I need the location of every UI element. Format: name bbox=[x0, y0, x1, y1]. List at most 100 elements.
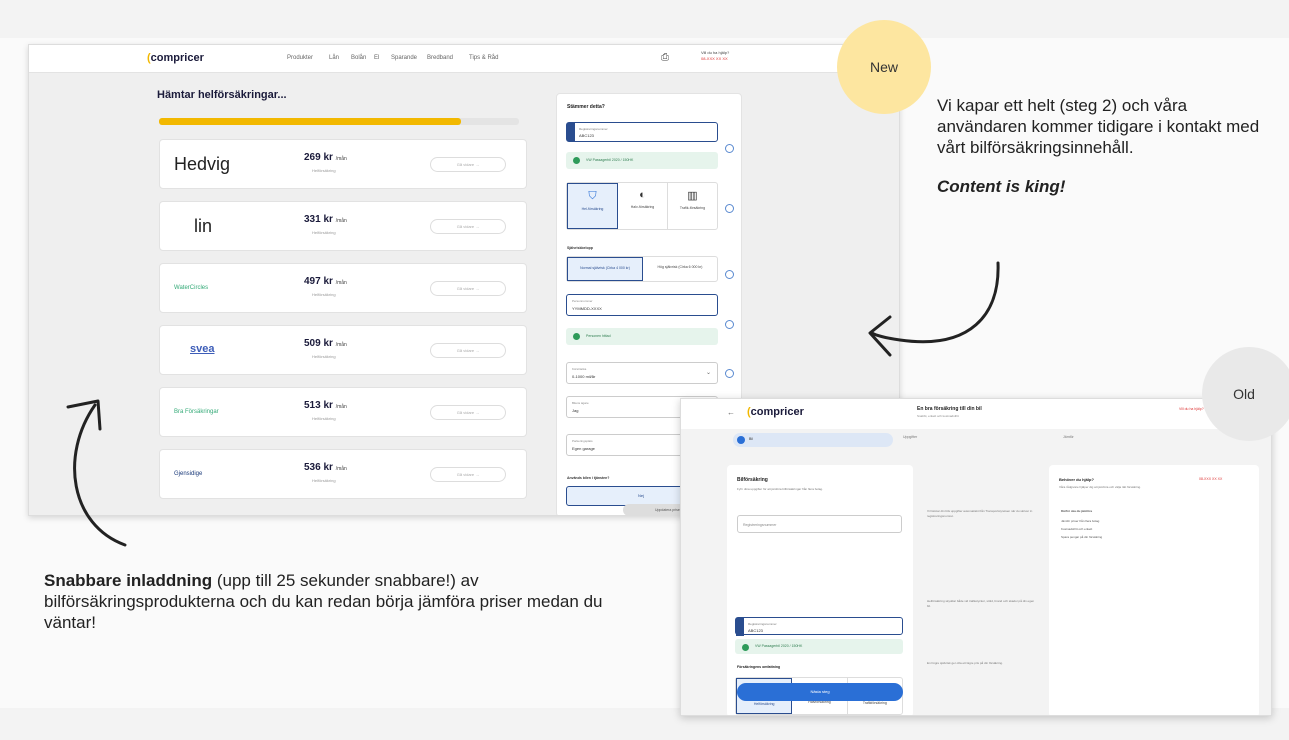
car-found-badge: VW Passagerbil 2020 / 150HK bbox=[566, 152, 718, 169]
annotation-emphasis: Content is king! bbox=[937, 177, 1066, 196]
info-text: En högre självrisk ger ofta ett lägre pr… bbox=[927, 661, 1003, 665]
reg-number-field[interactable]: Registreringsnummer bbox=[737, 515, 902, 533]
form-heading: Bilförsäkring bbox=[737, 477, 768, 483]
price: 536 kr /mån bbox=[304, 462, 347, 473]
old-header: ← (compricer En bra försäkring till din … bbox=[681, 399, 1271, 429]
info-icon[interactable] bbox=[725, 369, 734, 378]
eu-flag-icon bbox=[736, 618, 744, 636]
step-jamfor: Jämför bbox=[1063, 435, 1074, 439]
info-icon[interactable] bbox=[725, 270, 734, 279]
go-to-offer-button[interactable]: Gå vidare → bbox=[430, 405, 506, 420]
shield-icon: ⛉ bbox=[588, 190, 597, 202]
benefit-item: Kostnadsfritt och enkelt bbox=[1061, 527, 1093, 531]
half-shield-icon: ◐ bbox=[639, 189, 646, 201]
offer-card[interactable]: Hedvig 269 kr /mån Helförsäkring Gå vida… bbox=[159, 139, 527, 189]
go-to-offer-button[interactable]: Gå vidare → bbox=[430, 281, 506, 296]
offer-card[interactable]: WaterCircles 497 kr /mån Helförsäkring G… bbox=[159, 263, 527, 313]
loading-progress-bar bbox=[159, 118, 519, 125]
step-indicator: Bil bbox=[681, 431, 1271, 451]
benefit-item: Spara pengar på din försäkring bbox=[1061, 535, 1103, 539]
go-to-offer-button[interactable]: Gå vidare → bbox=[430, 467, 506, 482]
nav-link-tips[interactable]: Tips & Råd bbox=[469, 55, 498, 61]
coverage-label: Försäkringens omfattning bbox=[737, 665, 781, 669]
annotation-left: Snabbare inladdning (upp till 25 sekunde… bbox=[44, 570, 634, 633]
info-icon[interactable] bbox=[725, 144, 734, 153]
coverage-label: Helförsäkring bbox=[312, 478, 336, 483]
reg-number-input[interactable]: Registreringsnummer ABC123 bbox=[735, 617, 903, 636]
go-to-offer-button[interactable]: Gå vidare → bbox=[430, 219, 506, 234]
next-step-button[interactable]: Nästa steg bbox=[737, 683, 903, 701]
price: 497 kr /mån bbox=[304, 276, 347, 287]
option-helforsakring[interactable]: ⛉ Hel-försäkring bbox=[567, 183, 618, 229]
brand-logo: WaterCircles bbox=[174, 285, 209, 291]
info-icon[interactable] bbox=[725, 204, 734, 213]
step-uppgifter: Uppgifter bbox=[903, 435, 918, 439]
go-to-offer-button[interactable]: Gå vidare → bbox=[430, 343, 506, 358]
go-to-offer-button[interactable]: Gå vidare → bbox=[430, 157, 506, 172]
car-found-badge: VW Passagerbil 2020 / 150HK bbox=[735, 639, 903, 654]
top-nav: (compricer Produkter Lån Bolån El Sparan… bbox=[29, 45, 899, 73]
back-arrow-icon[interactable]: ← bbox=[727, 408, 735, 417]
benefits-label: Därför ska du jämföra bbox=[1061, 509, 1093, 513]
info-icon[interactable] bbox=[725, 320, 734, 329]
brand-logo: Hedvig bbox=[174, 154, 231, 174]
nav-link-bolan[interactable]: Bolån bbox=[351, 55, 366, 61]
curved-arrow-icon bbox=[66, 399, 127, 547]
nav-link-bredband[interactable]: Bredband bbox=[427, 55, 453, 61]
compricer-logo[interactable]: (compricer bbox=[747, 406, 804, 418]
person-found-badge: Personen hittad bbox=[566, 328, 718, 345]
compricer-logo[interactable]: (compricer bbox=[147, 52, 204, 64]
brand-logo: svea bbox=[190, 343, 215, 355]
slide: (compricer Produkter Lån Bolån El Sparan… bbox=[0, 0, 1289, 740]
new-badge: New bbox=[837, 20, 931, 114]
brand-logo: Gjensidige bbox=[174, 471, 203, 477]
old-subtitle: Snabbt, enkelt och kostnadsfritt bbox=[917, 414, 959, 418]
annotation-left-bold: Snabbare inladdning bbox=[44, 571, 213, 590]
progress-fill bbox=[159, 118, 462, 125]
deductible-selector: Normal självrisk (Cirka 4 000 kr) Hög sj… bbox=[566, 256, 718, 282]
business-use-label: Används bilen i tjänsten? bbox=[567, 476, 610, 480]
sidebar-heading: Stämmer detta? bbox=[567, 104, 605, 110]
option-normal-deductible[interactable]: Normal självrisk (Cirka 4 000 kr) bbox=[567, 257, 643, 281]
option-halvforsakring[interactable]: ◐ Halv-försäkring bbox=[618, 183, 668, 229]
nav-link-el[interactable]: El bbox=[374, 55, 379, 61]
personal-number-input[interactable]: Personnummer YYMMDD-XXXX bbox=[566, 294, 718, 316]
price: 509 kr /mån bbox=[304, 338, 347, 349]
old-form-panel: Bilförsäkring Fyll i dina uppgifter för … bbox=[727, 465, 913, 715]
price: 513 kr /mån bbox=[304, 400, 347, 411]
step-active: Bil bbox=[733, 433, 893, 447]
top-strip bbox=[0, 0, 1289, 38]
annotation-right: Vi kapar ett helt (steg 2) och våra anvä… bbox=[937, 95, 1267, 197]
document-icon: ▥ bbox=[687, 190, 698, 202]
nav-link-produkter[interactable]: Produkter bbox=[287, 55, 313, 61]
price: 331 kr /mån bbox=[304, 214, 347, 225]
coverage-label: Helförsäkring bbox=[312, 416, 336, 421]
offer-card[interactable]: Gjensidige 536 kr /mån Helförsäkring Gå … bbox=[159, 449, 527, 499]
curved-arrow-icon bbox=[868, 261, 1000, 357]
coverage-selector: ⛉ Hel-försäkring ◐ Halv-försäkring ▥ Trafik… bbox=[566, 182, 718, 230]
option-trafikforsakring[interactable]: ▥ Trafik-försäkring bbox=[668, 183, 717, 229]
help-contact[interactable]: Vill du ha hjälp? 08-XXX XX XX bbox=[701, 50, 729, 62]
nav-link-sparande[interactable]: Sparande bbox=[391, 55, 417, 61]
brand-logo: Bra Försäkringar bbox=[174, 409, 219, 415]
offer-card[interactable]: Bra Försäkringar 513 kr /mån Helförsäkri… bbox=[159, 387, 527, 437]
deductible-label: Självriskbelopp bbox=[567, 246, 593, 250]
coverage-label: Helförsäkring bbox=[312, 168, 336, 173]
old-title: En bra försäkring till din bil bbox=[917, 406, 982, 412]
coverage-label: Helförsäkring bbox=[312, 292, 336, 297]
price: 269 kr /mån bbox=[304, 152, 347, 163]
chevron-down-icon: ⌄ bbox=[705, 370, 711, 376]
offer-card[interactable]: svea 509 kr /mån Helförsäkring Gå vidare… bbox=[159, 325, 527, 375]
nav-link-lan[interactable]: Lån bbox=[329, 55, 339, 61]
help-heading: Behöver du hjälp? bbox=[1059, 477, 1094, 482]
reg-number-input[interactable]: Registreringsnummer ABC123 bbox=[566, 122, 718, 142]
eu-flag-icon bbox=[567, 123, 575, 141]
help-phone[interactable]: 08-XXX XX XX bbox=[1199, 477, 1222, 481]
info-text: Helförsäkring skyddar både vid trafikoly… bbox=[927, 599, 1035, 608]
user-icon[interactable]: ⎙ bbox=[661, 52, 669, 63]
offer-card[interactable]: lin 331 kr /mån Helförsäkring Gå vidare … bbox=[159, 201, 527, 251]
mileage-select[interactable]: Körsträcka 0-1000 mil/år ⌄ bbox=[566, 362, 718, 384]
benefit-item: Jämför priser från flera bolag bbox=[1061, 519, 1100, 523]
coverage-label: Helförsäkring bbox=[312, 354, 336, 359]
option-high-deductible[interactable]: Hög självrisk (Cirka 6 000 kr) bbox=[643, 257, 717, 281]
